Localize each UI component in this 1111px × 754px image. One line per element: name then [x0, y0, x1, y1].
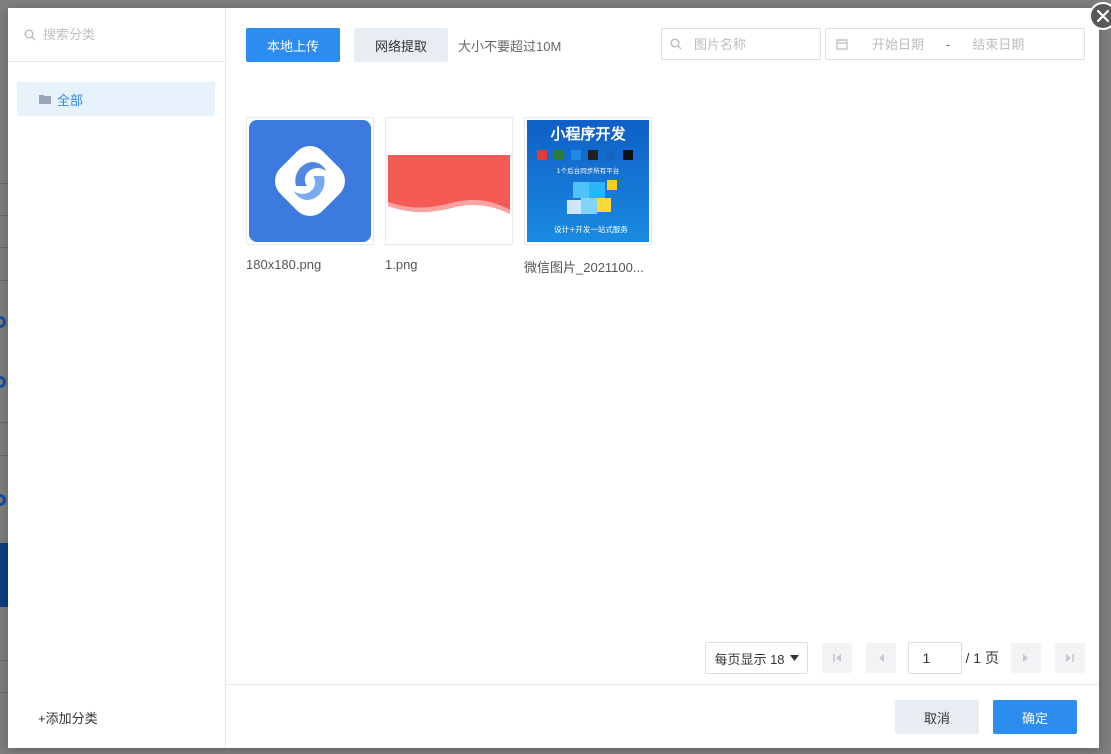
next-page-icon: [1023, 654, 1028, 662]
image-card[interactable]: 180x180.png: [246, 117, 374, 276]
filter-bar: -: [661, 28, 1085, 60]
promo-footer: 设计+开发一站式服务: [554, 224, 628, 234]
prev-page-button[interactable]: [865, 643, 896, 673]
image-filename: 微信图片_2021100...: [524, 260, 644, 275]
image-picker-dialog: 全部 +添加分类 本地上传 网络提取 大小不要超过10M -: [8, 2, 1111, 748]
page-size-label: 每页显示 18: [714, 651, 785, 667]
image-thumbnail: 小程序开发 1个后台同步所有平台 设计+开发一站式服务: [524, 117, 652, 245]
upload-local-button[interactable]: 本地上传: [246, 28, 340, 62]
category-search-input[interactable]: [41, 26, 205, 43]
date-range-filter[interactable]: -: [825, 28, 1085, 60]
promo-title: 小程序开发: [550, 125, 626, 143]
search-icon: [24, 29, 36, 40]
image-grid: 180x180.png 1.png 小程序开发 1个后台同步所有平台 设计+开发…: [246, 117, 663, 276]
app-logo-image: [249, 120, 371, 242]
caret-down-icon: [789, 655, 799, 661]
close-icon: [1097, 10, 1109, 22]
name-filter: [661, 28, 821, 60]
image-filename: 180x180.png: [246, 257, 322, 272]
category-item-all[interactable]: 全部: [17, 82, 215, 116]
category-sidebar: 全部 +添加分类: [8, 8, 226, 748]
end-date-input[interactable]: [958, 35, 1039, 53]
add-category-button[interactable]: +添加分类: [38, 708, 98, 727]
pagination: 每页显示 18 / 1 页: [705, 642, 1085, 674]
last-page-icon: [1066, 654, 1074, 662]
first-page-icon: [832, 654, 841, 662]
folder-icon: [39, 95, 51, 104]
cancel-button[interactable]: 取消: [895, 700, 979, 734]
size-hint: 大小不要超过10M: [458, 38, 562, 54]
date-separator: -: [946, 36, 951, 52]
category-search: [8, 8, 225, 62]
promo-image: 小程序开发 1个后台同步所有平台 设计+开发一站式服务: [527, 120, 649, 242]
page-total: / 1 页: [965, 650, 999, 666]
page-number-input[interactable]: [907, 642, 962, 674]
page-size-select[interactable]: 每页显示 18: [705, 642, 808, 674]
image-thumbnail: [385, 117, 513, 245]
calendar-icon: [836, 39, 848, 50]
promo-subtitle: 1个后台同步所有平台: [557, 166, 620, 175]
confirm-button[interactable]: 确定: [993, 700, 1077, 734]
dialog-footer: 取消 确定: [226, 684, 1099, 749]
start-date-input[interactable]: [858, 35, 938, 53]
close-button[interactable]: [1089, 2, 1111, 30]
search-icon: [670, 38, 682, 50]
image-panel: 本地上传 网络提取 大小不要超过10M -: [226, 8, 1099, 748]
first-page-button[interactable]: [821, 643, 852, 673]
image-filename: 1.png: [385, 257, 418, 272]
toolbar: 本地上传 网络提取 大小不要超过10M: [246, 28, 561, 62]
network-fetch-button[interactable]: 网络提取: [354, 28, 448, 62]
image-thumbnail: [246, 117, 374, 245]
red-banner-image: [386, 118, 512, 244]
last-page-button[interactable]: [1055, 643, 1085, 673]
image-card[interactable]: 1.png: [385, 117, 513, 276]
image-name-input[interactable]: [692, 35, 816, 53]
next-page-button[interactable]: [1011, 643, 1041, 673]
image-card[interactable]: 小程序开发 1个后台同步所有平台 设计+开发一站式服务 微信图片_2021100…: [524, 117, 652, 276]
category-label: 全部: [57, 92, 84, 108]
prev-page-icon: [878, 654, 884, 662]
